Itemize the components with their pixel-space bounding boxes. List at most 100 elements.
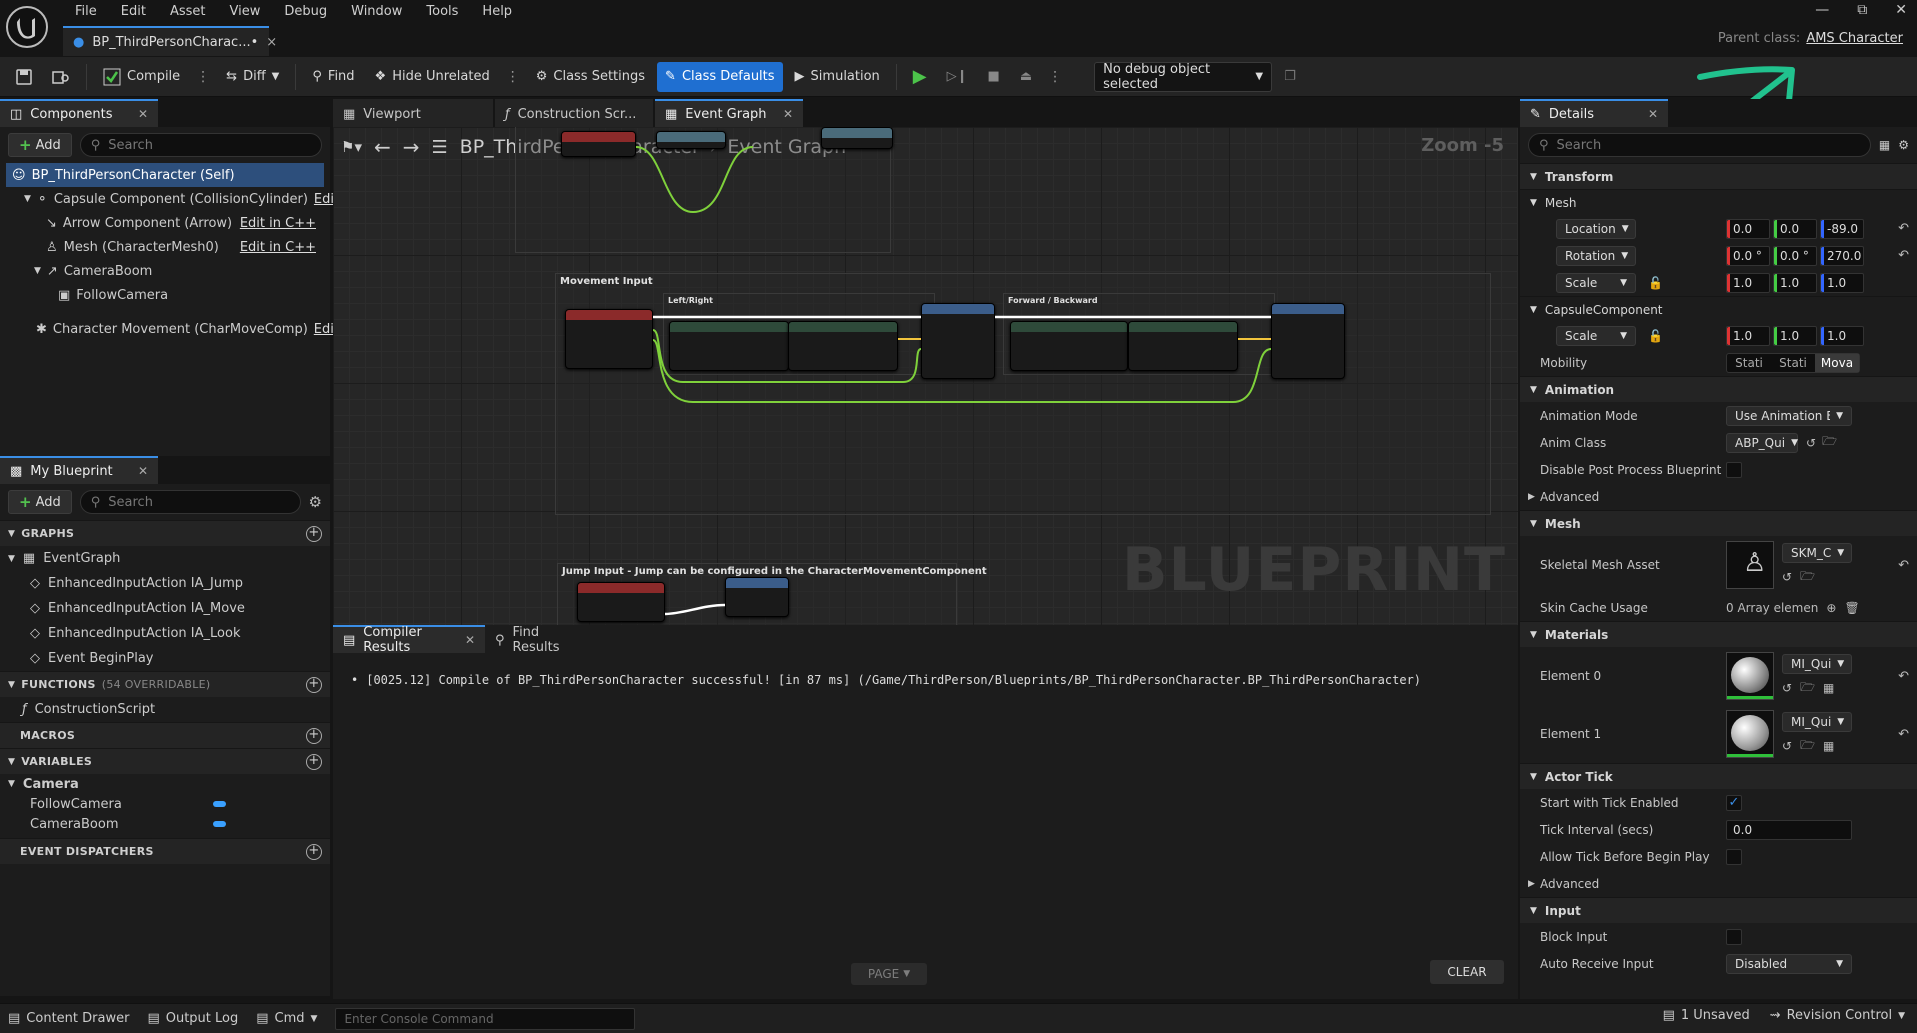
variable-item-followcamera[interactable]: FollowCamera — [0, 794, 330, 814]
anim-class-combo[interactable]: ABP_Qui ▼ — [1726, 432, 1798, 453]
my-blueprint-search-input[interactable] — [108, 494, 290, 510]
graph-item-eventgraph[interactable]: ▼ ▦ EventGraph — [0, 546, 330, 571]
material-combo[interactable]: MI_Qui ▼ — [1782, 711, 1852, 732]
class-defaults-button[interactable]: ✎ Class Defaults — [657, 61, 783, 92]
debug-object-select[interactable]: No debug object selected ▼ — [1094, 61, 1273, 92]
allow-tick-checkbox[interactable] — [1726, 848, 1742, 865]
section-capsule[interactable]: ▼ CapsuleComponent — [1520, 296, 1917, 322]
cmd-button[interactable]: ▤ Cmd ▼ — [256, 1011, 317, 1026]
tree-item-followcamera[interactable]: ▣ FollowCamera — [6, 283, 324, 307]
mobility-movable[interactable]: Mova — [1815, 353, 1859, 372]
tree-item-arrow[interactable]: ↘ Arrow Component (Arrow) Edit in C++ — [6, 211, 324, 235]
tree-item-cameraboom[interactable]: ▼ ↗ CameraBoom — [6, 259, 324, 283]
browse-folder-icon[interactable]: 🗁 — [1800, 567, 1815, 588]
reset-arrow-icon[interactable]: ↶ — [1898, 727, 1909, 742]
details-search[interactable]: ⚲ — [1528, 133, 1871, 157]
tab-compiler-results[interactable]: ▤ Compiler Results ✕ — [333, 625, 485, 655]
save-button[interactable] — [8, 62, 40, 92]
material-thumbnail[interactable] — [1726, 710, 1774, 758]
compile-options-icon[interactable]: ⋮ — [192, 69, 214, 85]
scale-x-field[interactable]: 1.0 — [1726, 272, 1770, 293]
anim-mode-combo[interactable]: Use Animation Blu ▼ — [1726, 405, 1852, 426]
tree-item-capsule[interactable]: ▼ ⚬ Capsule Component (CollisionCylinder… — [6, 187, 355, 211]
eject-button[interactable]: ⏏ — [1012, 62, 1040, 92]
location-z-field[interactable]: -89.0 — [1820, 218, 1864, 239]
minimize-icon[interactable]: — — [1815, 2, 1829, 18]
tab-construction-script[interactable]: ƒ Construction Scr... — [495, 99, 653, 127]
scale-x-field[interactable]: 1.0 — [1726, 325, 1770, 346]
tab-event-graph[interactable]: ▦ Event Graph ✕ — [655, 99, 803, 127]
variable-category-camera[interactable]: ▼ Camera — [0, 774, 330, 794]
components-search[interactable]: ⚲ — [79, 133, 322, 157]
close-window-icon[interactable]: ✕ — [1895, 2, 1907, 18]
tab-details[interactable]: ✎ Details ✕ — [1520, 99, 1668, 127]
my-blueprint-search[interactable]: ⚲ — [79, 490, 301, 514]
browse-folder-icon[interactable]: 🗁 — [1800, 736, 1815, 757]
menu-asset[interactable]: Asset — [158, 0, 218, 24]
unreal-logo-icon[interactable] — [6, 6, 48, 48]
functions-section[interactable]: ▼ FUNCTIONS (54 OVERRIDABLE) + — [0, 671, 330, 697]
close-icon[interactable]: ✕ — [783, 107, 793, 121]
graph-item-ia-look[interactable]: ◇ EnhancedInputAction IA_Look — [0, 621, 330, 646]
add-component-button[interactable]: + Add — [8, 133, 72, 157]
rotation-x-field[interactable]: 0.0 ° — [1726, 245, 1770, 266]
mobility-static[interactable]: Stati — [1727, 356, 1771, 370]
play-button[interactable]: ▶ — [905, 62, 935, 92]
gear-icon[interactable]: ⚙ — [309, 493, 322, 511]
scale-mode-combo[interactable]: Scale ▼ — [1556, 272, 1636, 293]
add-macro-icon[interactable]: + — [306, 727, 322, 744]
section-animation[interactable]: ▼ Animation — [1520, 376, 1917, 402]
section-actor-tick[interactable]: ▼ Actor Tick — [1520, 763, 1917, 789]
skeletal-mesh-combo[interactable]: SKM_C ▼ — [1782, 542, 1852, 563]
location-x-field[interactable]: 0.0 — [1726, 218, 1770, 239]
start-tick-checkbox[interactable]: ✓ — [1726, 794, 1742, 811]
lock-icon[interactable]: 🔓 — [1648, 329, 1663, 343]
gear-icon[interactable]: ⚙ — [1898, 138, 1909, 152]
play-options-icon[interactable]: ⋮ — [1044, 69, 1066, 85]
close-icon[interactable]: ✕ — [465, 633, 475, 647]
actor-tick-advanced-row[interactable]: ▶ Advanced — [1520, 870, 1917, 897]
scale-z-field[interactable]: 1.0 — [1820, 272, 1864, 293]
disable-post-process-checkbox[interactable] — [1726, 461, 1742, 478]
section-input[interactable]: ▼ Input — [1520, 897, 1917, 923]
animation-advanced-row[interactable]: ▶ Advanced — [1520, 483, 1917, 510]
components-search-input[interactable] — [108, 137, 311, 153]
browse-folder-icon[interactable]: 🗁 — [1800, 678, 1815, 699]
mobility-stationary[interactable]: Stati — [1771, 356, 1815, 370]
variable-item-cameraboom[interactable]: CameraBoom — [0, 814, 330, 834]
class-settings-button[interactable]: ⚙ Class Settings — [528, 62, 653, 92]
grid-icon[interactable]: ▦ — [1823, 739, 1834, 753]
trash-icon[interactable]: 🗑 — [1844, 601, 1859, 615]
graph-canvas[interactable]: ⚑▾ ← → ☰ BP_ThirdPersonCharacter › Event… — [333, 127, 1518, 625]
tree-item-charmove[interactable]: ✱ Character Movement (CharMoveComp) Edit… — [6, 317, 352, 341]
event-dispatchers-section[interactable]: EVENT DISPATCHERS + — [0, 838, 330, 864]
close-icon[interactable]: ✕ — [138, 464, 148, 478]
tree-item-self[interactable]: ☺ BP_ThirdPersonCharacter (Self) — [6, 163, 324, 187]
variables-section[interactable]: ▼ VARIABLES + — [0, 748, 330, 774]
material-thumbnail[interactable] — [1726, 652, 1774, 700]
location-y-field[interactable]: 0.0 — [1773, 218, 1817, 239]
auto-receive-combo[interactable]: Disabled ▼ — [1726, 953, 1852, 974]
scale-mode-combo[interactable]: Scale ▼ — [1556, 325, 1636, 346]
reset-arrow-icon[interactable]: ↶ — [1898, 669, 1909, 684]
tab-find-results[interactable]: ⚲ Find Results — [485, 625, 595, 655]
close-icon[interactable]: ✕ — [138, 107, 148, 121]
table-view-icon[interactable]: ▦ — [1879, 138, 1890, 152]
add-member-button[interactable]: + Add — [8, 490, 72, 514]
edit-in-cpp-link[interactable]: Edit in C++ — [240, 216, 324, 231]
graph-item-ia-move[interactable]: ◇ EnhancedInputAction IA_Move — [0, 596, 330, 621]
scale-z-field[interactable]: 1.0 — [1820, 325, 1864, 346]
use-selected-icon[interactable]: ↺ — [1806, 436, 1816, 450]
revision-control-button[interactable]: ⇝ Revision Control ▼ — [1770, 1008, 1905, 1023]
add-graph-icon[interactable]: + — [306, 525, 322, 542]
simulation-button[interactable]: ▶ Simulation — [787, 62, 888, 92]
add-variable-icon[interactable]: + — [306, 753, 322, 770]
use-selected-icon[interactable]: ↺ — [1782, 570, 1792, 584]
graphs-section[interactable]: ▼ GRAPHS + — [0, 520, 330, 546]
step-button[interactable]: ▷❙ — [939, 62, 976, 92]
debug-browse-button[interactable]: ❐ — [1276, 62, 1304, 92]
collapse-icon[interactable]: ▼ — [34, 266, 41, 276]
content-drawer-button[interactable]: ▤ Content Drawer — [8, 1011, 129, 1026]
menu-window[interactable]: Window — [339, 0, 414, 24]
scale-y-field[interactable]: 1.0 — [1773, 272, 1817, 293]
